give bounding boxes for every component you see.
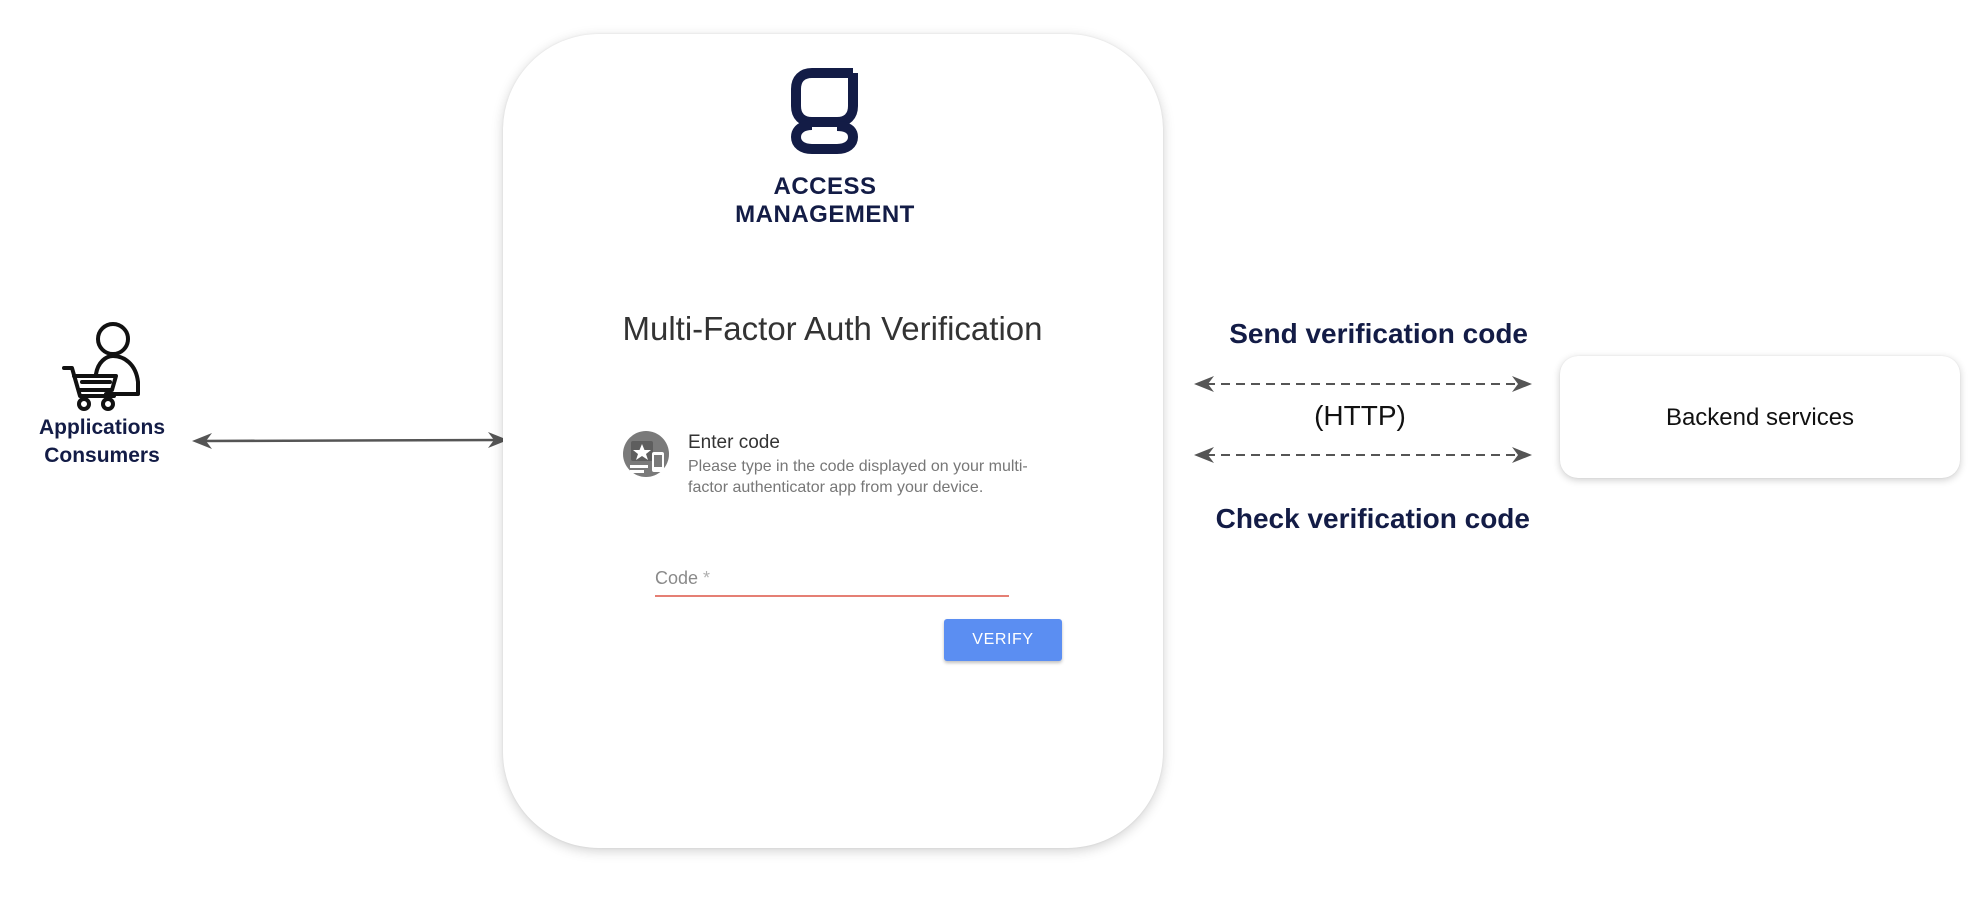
access-management-card xyxy=(503,34,1163,848)
enter-code-title: Enter code xyxy=(688,432,780,453)
send-code-arrow xyxy=(1192,371,1534,397)
verify-button[interactable]: VERIFY xyxy=(944,619,1062,661)
check-verification-label: Check verification code xyxy=(1215,503,1530,534)
gravitee-g-logo-icon xyxy=(790,68,858,154)
code-label-text: Code xyxy=(655,568,699,588)
access-management-title: ACCESS MANAGEMENT xyxy=(700,173,950,229)
mfa-title: Multi-Factor Auth Verification xyxy=(622,310,1043,347)
send-verification-label: Send verification code xyxy=(1229,318,1528,349)
consumer-label-line2: Consumers xyxy=(44,444,160,467)
consumer-label-line1: Applications xyxy=(38,416,165,439)
consumer-label: Applications Consumers xyxy=(20,414,184,470)
consumer-to-am-arrow xyxy=(190,426,510,456)
code-input-label: Code * xyxy=(655,568,710,589)
backend-services-label: Backend services xyxy=(1665,404,1855,431)
brand-line2: MANAGEMENT xyxy=(735,201,915,228)
http-protocol-label: (HTTP) xyxy=(1314,400,1406,431)
required-marker: * xyxy=(703,568,711,588)
brand-line1: ACCESS xyxy=(773,173,877,200)
enter-code-description: Please type in the code displayed on you… xyxy=(688,458,1028,496)
authenticator-app-icon xyxy=(622,430,670,478)
check-code-arrow xyxy=(1192,442,1534,468)
shopper-cart-icon xyxy=(58,322,148,412)
